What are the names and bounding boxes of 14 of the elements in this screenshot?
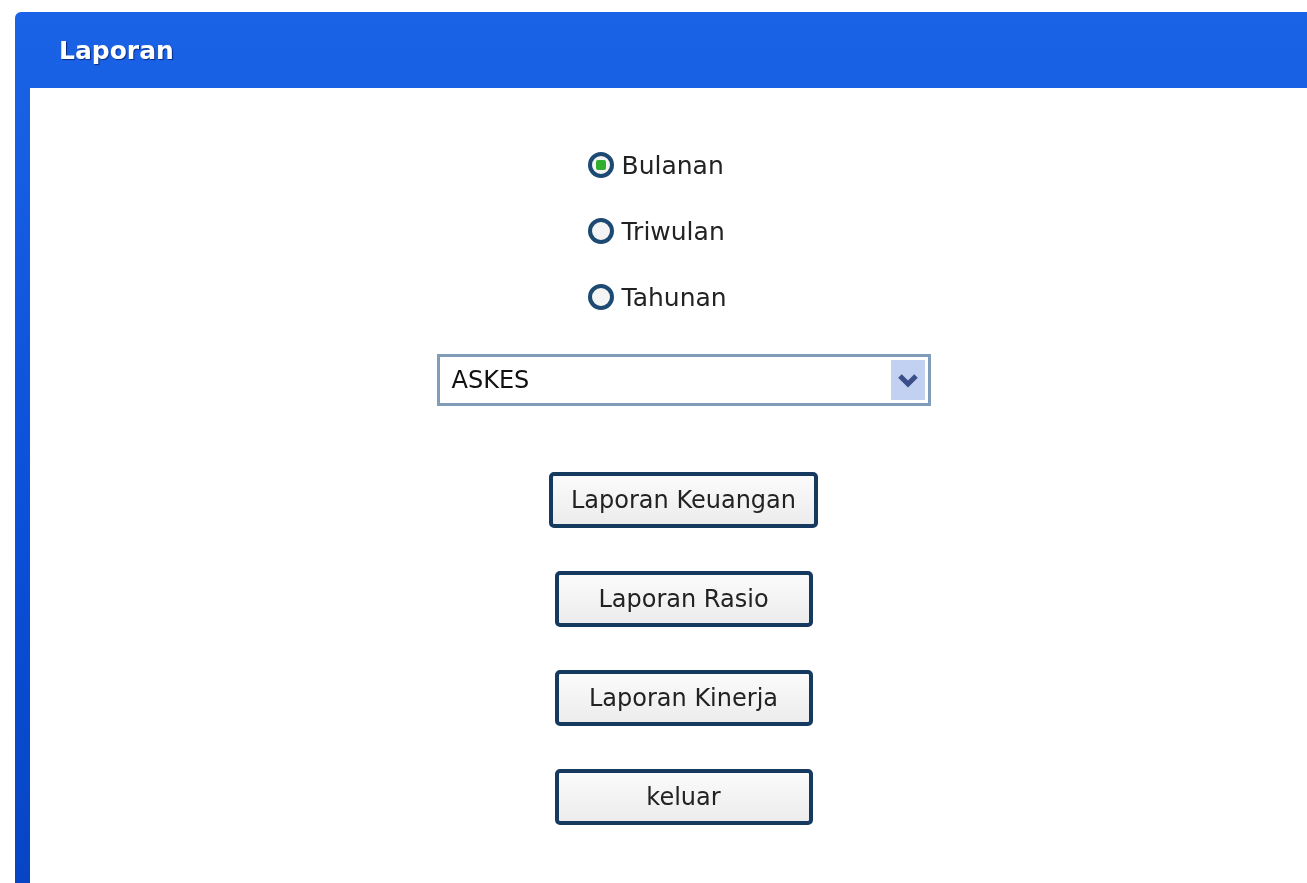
- report-button[interactable]: keluar: [554, 769, 813, 825]
- report-button[interactable]: Laporan Rasio: [554, 571, 813, 627]
- radio-button[interactable]: [587, 218, 614, 244]
- radio-button[interactable]: [587, 152, 614, 178]
- report-button[interactable]: Laporan Keuangan: [549, 472, 818, 528]
- chevron-down-icon[interactable]: [890, 360, 925, 400]
- report-button[interactable]: Laporan Kinerja: [554, 670, 813, 726]
- window-title: Laporan: [59, 35, 174, 65]
- dropdown-value: ASKES: [451, 366, 530, 394]
- radio-label: Bulanan: [621, 150, 724, 180]
- radio-button[interactable]: [587, 284, 614, 310]
- dropdown[interactable]: ASKES: [436, 354, 931, 406]
- radio-label: Tahunan: [621, 282, 727, 312]
- radio-label: Triwulan: [621, 216, 725, 246]
